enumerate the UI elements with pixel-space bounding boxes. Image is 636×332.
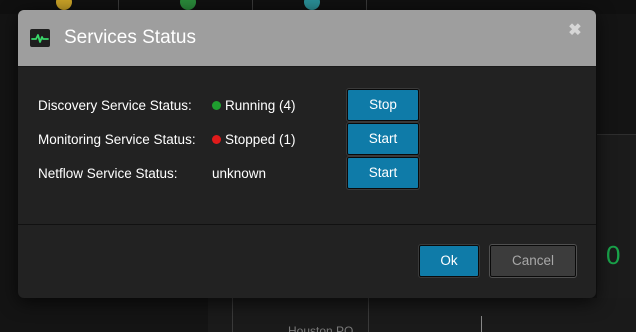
dialog-header: Services Status ✖	[18, 10, 596, 67]
service-row-monitoring: Monitoring Service Status: Stopped (1) S…	[38, 122, 578, 156]
pulse-icon	[30, 29, 50, 47]
service-label: Monitoring Service Status:	[38, 132, 196, 147]
service-status-text: unknown	[212, 166, 267, 181]
close-icon[interactable]: ✖	[568, 23, 582, 39]
status-stopped-icon	[212, 135, 221, 144]
toolbar-gear-icon	[180, 0, 196, 10]
service-label: Discovery Service Status:	[38, 98, 192, 113]
ok-button[interactable]: Ok	[418, 244, 480, 278]
background-counter: 0	[606, 240, 621, 270]
dialog-title: Services Status	[64, 27, 196, 48]
toolbar-network-icon	[304, 0, 320, 10]
background-location-label: Houston PO	[288, 324, 354, 332]
service-status-text: Running (4)	[225, 98, 296, 113]
service-label: Netflow Service Status:	[38, 166, 178, 181]
service-status-text: Stopped (1)	[225, 132, 296, 147]
background-divider	[368, 298, 369, 332]
services-status-dialog: Services Status ✖ Discovery Service Stat…	[18, 10, 596, 298]
background-bottom-panel	[208, 298, 636, 332]
dialog-footer-divider	[18, 224, 596, 225]
start-monitoring-button[interactable]: Start	[346, 122, 420, 156]
service-status: Running (4)	[212, 98, 296, 113]
start-netflow-button[interactable]: Start	[346, 156, 420, 190]
toolbar-app-icon	[56, 0, 72, 10]
status-running-icon	[212, 101, 221, 110]
background-divider	[232, 298, 233, 332]
cancel-button[interactable]: Cancel	[489, 244, 577, 278]
service-status: Stopped (1)	[212, 132, 296, 147]
stop-discovery-button[interactable]: Stop	[346, 88, 420, 122]
service-row-discovery: Discovery Service Status: Running (4) St…	[38, 88, 578, 122]
service-row-netflow: Netflow Service Status: unknown Start	[38, 156, 578, 190]
dialog-body: Discovery Service Status: Running (4) St…	[18, 67, 596, 224]
background-chart-tick	[481, 316, 482, 332]
